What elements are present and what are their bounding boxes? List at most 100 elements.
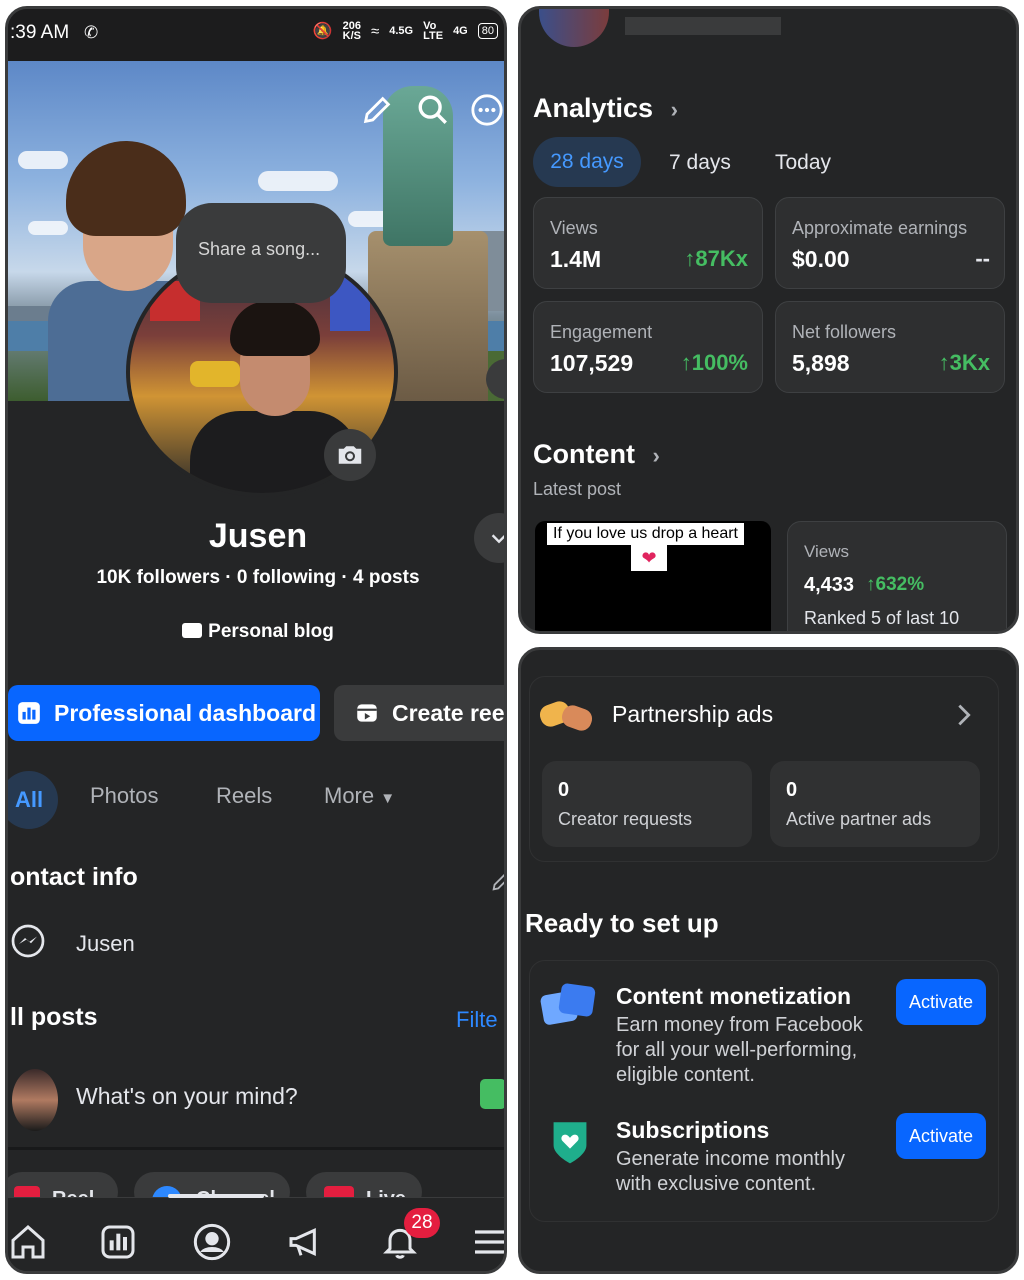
engagement-value: 107,529 <box>550 350 634 376</box>
professional-dashboard-button[interactable]: Professional dashboard <box>8 685 320 741</box>
create-reel-label: Create reel <box>392 699 507 726</box>
analytics-title-label: Analytics <box>533 93 654 123</box>
post-views-value: 4,433 <box>804 574 855 596</box>
net-followers-delta: ↑3Kx <box>939 350 990 376</box>
handshake-icon <box>537 695 596 735</box>
megaphone-icon[interactable] <box>286 1222 326 1262</box>
post-views-delta-value: 632% <box>875 574 925 595</box>
content-title[interactable]: Content › <box>533 439 660 470</box>
views-delta-value: 87Kx <box>695 246 748 271</box>
status-bar: :39 AM ✆ 🔕 206 K/S ≈ 4.5G Vo LTE 4G 80 <box>8 9 504 61</box>
latest-post-thumbnail[interactable]: If you love us drop a heart ❤ <box>535 521 771 631</box>
profile-camera-button[interactable] <box>324 429 376 481</box>
scroll-indicator <box>168 1194 264 1198</box>
reel-icon <box>357 704 377 722</box>
ready-to-set-up-title: Ready to set up <box>525 908 719 938</box>
thumbnail-caption: If you love us drop a heart <box>547 523 744 545</box>
profile-name: Jusen <box>208 517 308 555</box>
post-views-label: Views <box>804 542 850 561</box>
subscriptions-desc: Generate income monthly with exclusive c… <box>616 1148 846 1195</box>
status-icons: 🔕 206 K/S ≈ 4.5G Vo LTE 4G 80 <box>312 20 498 42</box>
range-28-days[interactable]: 28 days <box>533 137 641 187</box>
latest-post-label: Latest post <box>533 479 622 499</box>
analytics-title[interactable]: Analytics › <box>533 93 678 124</box>
engagement-delta: ↑100% <box>681 350 748 376</box>
wifi-icon: ≈ <box>371 22 380 40</box>
analytics-screen: Analytics › 28 days 7 days Today Views 1… <box>518 6 1019 634</box>
views-delta: ↑87Kx <box>684 246 748 272</box>
category-label: Personal blog <box>208 621 334 642</box>
net-followers-card[interactable]: Net followers 5,898 ↑3Kx <box>775 301 1005 393</box>
engagement-label: Engagement <box>550 322 653 342</box>
creator-requests-card[interactable]: 0 Creator requests <box>542 761 752 847</box>
tab-all[interactable]: All <box>8 771 58 829</box>
range-today[interactable]: Today <box>775 151 831 175</box>
category-icon <box>182 623 203 638</box>
photo-icon[interactable] <box>480 1079 504 1109</box>
chevron-down-icon <box>491 534 504 544</box>
monetization-screen: Partnership ads 0 Creator requests 0 Act… <box>518 647 1019 1274</box>
latest-post-stats[interactable]: Views 4,433 ↑632% Ranked 5 of last 10 <box>787 521 1007 631</box>
arrow-up-icon: ↑ <box>684 246 696 271</box>
filter-link[interactable]: Filte <box>456 1007 498 1033</box>
chevron-right-icon[interactable] <box>950 699 978 731</box>
share-song-bubble[interactable]: Share a song... <box>176 203 346 303</box>
chevron-right-icon: › <box>652 443 660 468</box>
profile-icon[interactable] <box>192 1222 232 1262</box>
active-partner-ads-count: 0 <box>786 779 798 801</box>
earnings-value: $0.00 <box>792 246 850 272</box>
composer-avatar <box>12 1069 58 1131</box>
profile-stats[interactable]: 10K followers · 0 following · 4 posts <box>8 567 504 589</box>
notification-badge: 28 <box>404 1208 440 1238</box>
creator-requests-count: 0 <box>558 779 570 801</box>
tab-photos[interactable]: Photos <box>90 783 159 809</box>
net-followers-label: Net followers <box>792 322 897 342</box>
edit-contact-icon[interactable] <box>490 871 507 893</box>
messenger-name[interactable]: Jusen <box>76 931 135 957</box>
battery-indicator: 80 <box>477 23 498 39</box>
tab-more[interactable]: More ▼ <box>324 783 395 809</box>
views-card[interactable]: Views 1.4M ↑87Kx <box>533 197 763 289</box>
caret-down-icon: ▼ <box>380 790 396 807</box>
composer-input[interactable]: What's on your mind? <box>76 1083 298 1110</box>
more-options-icon[interactable] <box>470 93 504 127</box>
dashboard-chart-icon <box>18 702 40 724</box>
mute-icon: 🔕 <box>312 23 333 40</box>
subscriptions-shield-icon <box>550 1119 590 1165</box>
earnings-label: Approximate earnings <box>792 218 968 238</box>
edit-pencil-icon[interactable] <box>360 93 394 127</box>
create-reel-button[interactable]: Create reel <box>334 685 507 741</box>
messenger-icon <box>11 924 45 958</box>
arrow-up-icon: ↑ <box>938 350 950 375</box>
all-posts-title: ll posts <box>10 1003 98 1031</box>
menu-icon[interactable] <box>470 1222 507 1262</box>
heart-icon: ❤ <box>631 545 667 571</box>
earnings-card[interactable]: Approximate earnings $0.00 -- <box>775 197 1005 289</box>
signal-1: 4.5G <box>389 25 414 37</box>
profile-screen: :39 AM ✆ 🔕 206 K/S ≈ 4.5G Vo LTE 4G 80 S… <box>5 6 507 1274</box>
net-followers-value: 5,898 <box>792 350 850 376</box>
signal-2: 4G <box>453 25 468 37</box>
status-time: :39 AM <box>10 22 70 43</box>
dashboard-icon[interactable] <box>98 1222 138 1262</box>
creator-requests-label: Creator requests <box>558 809 693 829</box>
home-icon[interactable] <box>8 1222 48 1262</box>
setup-list: Content monetization Earn money from Fac… <box>529 960 999 1222</box>
page-name-placeholder <box>625 17 781 35</box>
engagement-card[interactable]: Engagement 107,529 ↑100% <box>533 301 763 393</box>
engagement-delta-value: 100% <box>691 350 748 375</box>
tab-reels[interactable]: Reels <box>216 783 272 809</box>
search-icon[interactable] <box>416 93 450 127</box>
range-7-days[interactable]: 7 days <box>669 151 731 175</box>
page-avatar <box>539 9 609 47</box>
activate-subscriptions-button[interactable]: Activate <box>896 1113 986 1159</box>
activate-monetization-button[interactable]: Activate <box>896 979 986 1025</box>
subscriptions-title: Subscriptions <box>616 1117 770 1143</box>
contact-info-title: ontact info <box>10 863 138 891</box>
arrow-up-icon: ↑ <box>866 574 876 595</box>
volte-label: Vo LTE <box>423 20 444 42</box>
partnership-ads-title[interactable]: Partnership ads <box>612 701 773 728</box>
active-partner-ads-card[interactable]: 0 Active partner ads <box>770 761 980 847</box>
post-rank: Ranked 5 of last 10 <box>804 608 960 628</box>
whatsapp-icon: ✆ <box>84 23 99 42</box>
